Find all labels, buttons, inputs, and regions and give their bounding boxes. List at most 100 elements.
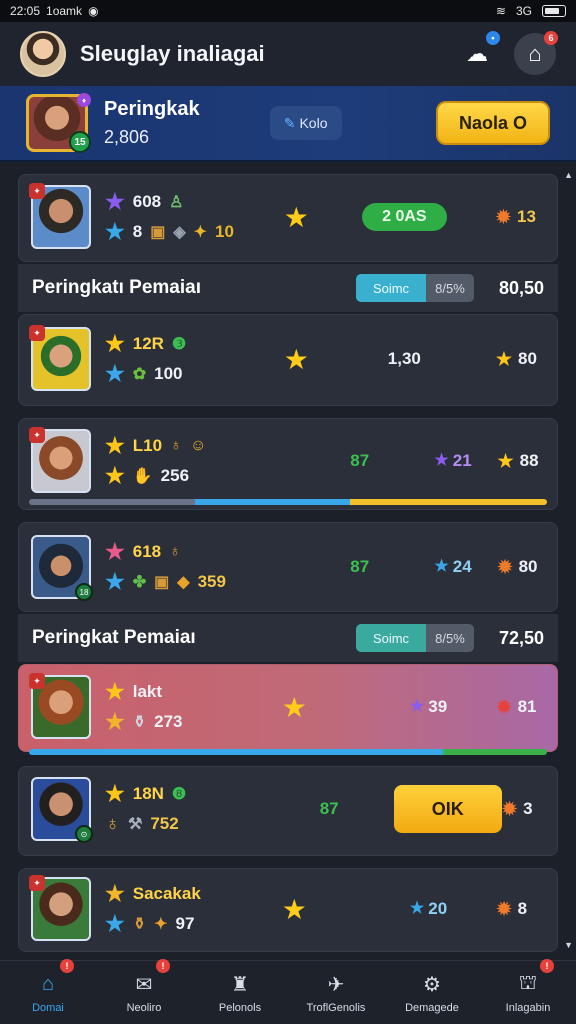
network-type: 3G [515, 4, 532, 18]
profile-avatar[interactable]: ♦ 15 [26, 93, 91, 153]
reward-value: 3 [523, 799, 533, 818]
filter-option[interactable]: 8/5% [426, 274, 474, 302]
list-item[interactable]: ✦ ★ Sacakak ★ ⚱ ✦ 97 ★ ★ 20 ✹ 8 [18, 868, 558, 952]
wifi-icon: ≋ [495, 4, 506, 18]
score-value: 87 [319, 799, 339, 818]
star-icon: ★ [105, 569, 125, 594]
kota-button[interactable]: ✎ Kolo [269, 106, 342, 140]
mail-icon: ✈ [327, 974, 345, 996]
stat-value: 97 [175, 914, 195, 933]
level-badge: 15 [69, 131, 91, 153]
carrier: 1oamk [46, 4, 83, 18]
flower-icon: ✹ [497, 557, 513, 577]
reward-value: 88 [519, 451, 539, 470]
score-pill: 2 0AS [362, 203, 447, 231]
primary-action-button[interactable]: Naola O [436, 101, 550, 145]
star-icon: ★ [434, 452, 449, 469]
flower-icon: ✹ [495, 207, 511, 227]
hammer-icon: ⚒ [128, 816, 143, 833]
bottom-navigation: ⌂ ! Domai ✉ ! Neoliro ♜ Pelonols ✈ Trofl… [0, 959, 576, 1024]
coin-icon: ✦ [193, 224, 208, 241]
nav-item-home[interactable]: ⌂ ! Domai [0, 959, 96, 1024]
star-icon: ★ [105, 219, 125, 244]
reward-value: 81 [517, 697, 537, 716]
nav-label: Inlagabin [505, 1001, 551, 1014]
score-value: 20 [428, 899, 448, 918]
stat-value: 752 [150, 814, 179, 833]
user-avatar[interactable] [20, 31, 66, 77]
player-avatar: ✦ [29, 875, 91, 941]
filter-toggle[interactable]: Soimc 8/5% [356, 624, 474, 652]
chest-icon: ▣ [154, 574, 170, 591]
nav-label: Domai [32, 1001, 64, 1014]
filter-option[interactable]: Soimc [356, 624, 426, 652]
bag-icon: ♁ [170, 437, 183, 454]
section-title: Peringkatı Pemaiaı [32, 277, 201, 298]
rank-badge-icon: ✦ [29, 325, 45, 341]
home-icon: ⌂ [41, 973, 55, 995]
nav-item-store[interactable]: ⛫ ! Inlagabin [480, 959, 576, 1024]
scrollbar[interactable]: ▲ ▼ [564, 170, 574, 950]
section-title: Peringkat Pemaiaı [32, 627, 196, 648]
profile-score: 2,806 [104, 127, 150, 147]
stat-value: 100 [154, 364, 183, 383]
filter-option[interactable]: 8/5% [426, 624, 474, 652]
shop-badge: 6 [544, 31, 558, 45]
list-item-highlighted[interactable]: ✦ ★ lakt ★ ⚱ 273 ★ ★ 39 ✹ 81 [18, 664, 558, 755]
settings-icon: ⚙ [423, 974, 441, 996]
stat-value: L10 [132, 436, 163, 455]
star-icon: ★ [105, 709, 125, 734]
chest-icon: ▣ [150, 224, 166, 241]
star-icon: ★ [105, 331, 125, 356]
nav-item-settings[interactable]: ⚙ Demagede [384, 961, 480, 1024]
app-title: Sleuglay inaliagai [80, 41, 265, 66]
list-item[interactable]: ✦ ★ L10 ♁ ☺ ★ ✋ 256 87 ★ 21 ★ 88 [18, 418, 558, 510]
score-value: 24 [452, 557, 472, 576]
bag-icon: ♁ [169, 543, 182, 560]
trophy-icon: ♜ [231, 974, 249, 996]
star-icon: ★ [105, 463, 125, 488]
status-bar: 22:05 1oamk ◉ ≋ 3G [0, 0, 576, 22]
ok-button[interactable]: OIK [393, 785, 503, 833]
cloud-badge: • [486, 31, 500, 45]
stat-value: 273 [154, 712, 183, 731]
star-icon: ★ [281, 893, 307, 925]
section-header: Peringkat Pemaiaı Soimc 8/5% 72,50 [18, 614, 558, 662]
filter-option[interactable]: Soimc [356, 274, 426, 302]
nav-item-mail[interactable]: ✈ TroflGenolis [288, 961, 384, 1024]
reward-value: 8 [517, 899, 528, 918]
list-item[interactable]: 18 ★ 618 ♁ ★ ✤ ▣ ◆ 359 87 ★ 24 ✹ 80 [18, 522, 558, 612]
star-icon: ★ [105, 780, 125, 806]
reward-value: 13 [517, 207, 536, 226]
stat-value: 256 [160, 466, 190, 485]
rank-badge-icon: ✦ [29, 673, 45, 689]
star-icon: ★ [283, 201, 309, 233]
nav-label: Neoliro [126, 1001, 162, 1014]
list-item[interactable]: ✦ ★ 12R ❸ ★ ✿ 100 ★ 1,30 ★ 80 [18, 314, 558, 406]
stat-value: 8 [132, 222, 143, 241]
score-value: 87 [350, 557, 370, 576]
nav-item-chat[interactable]: ✉ ! Neoliro [96, 959, 192, 1024]
profile-title: Peringkak [104, 98, 200, 120]
chat-icon: ✉ [135, 974, 153, 996]
clock: 22:05 [10, 4, 41, 18]
scroll-down-icon[interactable]: ▼ [564, 940, 573, 950]
camera-icon: ◉ [88, 4, 99, 18]
potion-icon: ⚱ [132, 916, 147, 933]
cloud-button[interactable]: ☁ • [456, 31, 500, 75]
player-avatar: ✦ [29, 673, 91, 739]
flower-icon: ✹ [496, 697, 512, 717]
list-item[interactable]: ⊙ ★ 18N ❽ ♁ ⚒ 752 87 OIK ✹ 3 [18, 766, 558, 856]
nav-label: Pelonols [218, 1001, 262, 1014]
star-icon: ★ [283, 343, 309, 375]
stat-value: lakt [132, 682, 163, 701]
reward-value: 80 [518, 349, 537, 368]
cloud-icon: ☁ [466, 41, 488, 66]
nav-item-trophy[interactable]: ♜ Pelonols [192, 961, 288, 1024]
scroll-up-icon[interactable]: ▲ [564, 170, 573, 180]
filter-toggle[interactable]: Soimc 8/5% [356, 274, 474, 302]
shop-button[interactable]: ⌂ 6 [514, 31, 558, 75]
rank-badge-icon: ✦ [29, 427, 45, 443]
stat-value: Sacakak [132, 884, 201, 903]
list-item[interactable]: ✦ ★ 608 ♙ ★ 8 ▣ ◈ ✦ 10 ★ 2 0AS ✹ 13 [18, 174, 558, 262]
